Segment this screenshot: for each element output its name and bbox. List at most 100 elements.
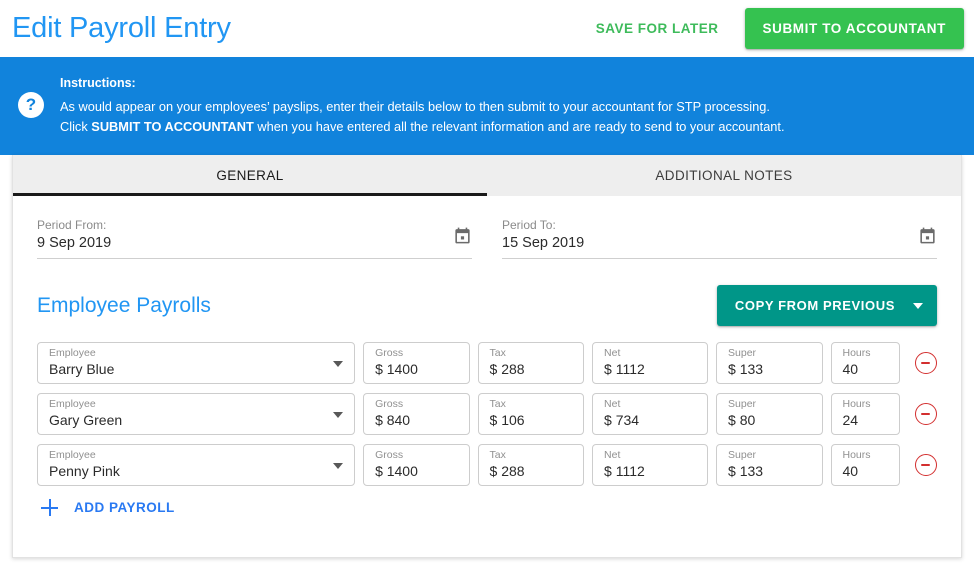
net-label: Net bbox=[604, 398, 621, 410]
chevron-down-icon bbox=[333, 412, 344, 418]
gross-input[interactable]: Gross $ 1400 bbox=[363, 444, 470, 486]
hours-value: 40 bbox=[842, 361, 859, 377]
add-payroll-button[interactable]: ADD PAYROLL bbox=[37, 499, 175, 516]
employee-select[interactable]: Employee Penny Pink bbox=[37, 444, 356, 486]
tax-label: Tax bbox=[489, 347, 506, 359]
add-payroll-label: ADD PAYROLL bbox=[74, 500, 175, 515]
employee-value: Barry Blue bbox=[49, 361, 115, 377]
table-row: Employee Barry Blue Gross $ 1400 Tax $ 2… bbox=[37, 342, 937, 384]
instructions-line-1: As would appear on your employees’ paysl… bbox=[60, 99, 770, 114]
hours-label: Hours bbox=[842, 449, 871, 461]
employee-label: Employee bbox=[49, 398, 96, 410]
hours-value: 40 bbox=[842, 463, 859, 479]
minus-circle-icon bbox=[921, 463, 931, 467]
tax-input[interactable]: Tax $ 106 bbox=[477, 393, 585, 435]
super-input[interactable]: Super $ 133 bbox=[716, 342, 823, 384]
minus-circle-icon bbox=[921, 412, 931, 416]
calendar-icon[interactable] bbox=[453, 226, 472, 250]
net-value: $ 1112 bbox=[604, 361, 645, 377]
payroll-entry-page: Edit Payroll Entry SAVE FOR LATER SUBMIT… bbox=[0, 0, 974, 567]
period-from-field[interactable]: Period From: 9 Sep 2019 bbox=[37, 214, 472, 259]
employee-value: Penny Pink bbox=[49, 463, 120, 479]
super-value: $ 133 bbox=[728, 463, 764, 479]
net-label: Net bbox=[604, 347, 621, 359]
table-row: Employee Gary Green Gross $ 840 Tax $ 10… bbox=[37, 393, 937, 435]
super-input[interactable]: Super $ 133 bbox=[716, 444, 823, 486]
gross-value: $ 840 bbox=[375, 412, 411, 428]
period-to-field[interactable]: Period To: 15 Sep 2019 bbox=[502, 214, 937, 259]
page-title: Edit Payroll Entry bbox=[12, 12, 231, 44]
card-body: Period From: 9 Sep 2019 Period To: 15 Se… bbox=[13, 196, 961, 516]
instructions-banner: ? Instructions: As would appear on your … bbox=[0, 57, 974, 155]
period-from-texts: Period From: 9 Sep 2019 bbox=[37, 218, 453, 251]
net-value: $ 1112 bbox=[604, 463, 645, 479]
tax-value: $ 288 bbox=[489, 361, 525, 377]
tax-value: $ 288 bbox=[489, 463, 525, 479]
tax-input[interactable]: Tax $ 288 bbox=[477, 342, 585, 384]
employee-select[interactable]: Employee Gary Green bbox=[37, 393, 356, 435]
employee-label: Employee bbox=[49, 347, 96, 359]
plus-icon bbox=[41, 499, 58, 516]
period-from-value: 9 Sep 2019 bbox=[37, 235, 112, 251]
net-label: Net bbox=[604, 449, 621, 461]
chevron-down-icon bbox=[333, 361, 344, 367]
question-mark-icon: ? bbox=[18, 92, 44, 118]
header-actions: SAVE FOR LATER SUBMIT TO ACCOUNTANT bbox=[590, 8, 964, 49]
employee-select[interactable]: Employee Barry Blue bbox=[37, 342, 356, 384]
gross-label: Gross bbox=[375, 347, 404, 359]
gross-value: $ 1400 bbox=[375, 463, 418, 479]
gross-input[interactable]: Gross $ 840 bbox=[363, 393, 470, 435]
period-row: Period From: 9 Sep 2019 Period To: 15 Se… bbox=[37, 214, 937, 259]
instructions-title: Instructions: bbox=[60, 76, 136, 90]
hours-input[interactable]: Hours 40 bbox=[830, 444, 900, 486]
super-label: Super bbox=[728, 398, 757, 410]
tab-bar: GENERAL ADDITIONAL NOTES bbox=[13, 155, 961, 196]
net-input[interactable]: Net $ 1112 bbox=[592, 342, 709, 384]
remove-payroll-row-button[interactable] bbox=[914, 352, 937, 374]
save-for-later-button[interactable]: SAVE FOR LATER bbox=[590, 13, 725, 44]
gross-input[interactable]: Gross $ 1400 bbox=[363, 342, 470, 384]
chevron-down-icon bbox=[333, 463, 344, 469]
payroll-card: GENERAL ADDITIONAL NOTES Period From: 9 … bbox=[12, 155, 962, 558]
remove-payroll-row-button[interactable] bbox=[914, 454, 937, 476]
super-label: Super bbox=[728, 347, 757, 359]
chevron-down-icon bbox=[913, 302, 923, 309]
instructions-line-2-emphasis: SUBMIT TO ACCOUNTANT bbox=[91, 119, 254, 134]
tax-label: Tax bbox=[489, 449, 506, 461]
gross-label: Gross bbox=[375, 398, 404, 410]
tax-input[interactable]: Tax $ 288 bbox=[477, 444, 585, 486]
remove-payroll-row-button[interactable] bbox=[914, 403, 937, 425]
tab-general[interactable]: GENERAL bbox=[13, 155, 487, 196]
section-title: Employee Payrolls bbox=[37, 293, 211, 317]
instructions-line-2-post: when you have entered all the relevant i… bbox=[253, 119, 785, 134]
minus-circle-icon bbox=[921, 361, 931, 365]
submit-to-accountant-button[interactable]: SUBMIT TO ACCOUNTANT bbox=[744, 8, 964, 49]
gross-value: $ 1400 bbox=[375, 361, 418, 377]
net-input[interactable]: Net $ 734 bbox=[592, 393, 709, 435]
table-row: Employee Penny Pink Gross $ 1400 Tax $ 2… bbox=[37, 444, 937, 486]
employee-payrolls-section-header: Employee Payrolls COPY FROM PREVIOUS bbox=[37, 285, 937, 326]
hours-label: Hours bbox=[842, 347, 871, 359]
page-header: Edit Payroll Entry SAVE FOR LATER SUBMIT… bbox=[0, 0, 974, 57]
period-to-value: 15 Sep 2019 bbox=[502, 235, 585, 251]
instructions-body: Instructions: As would appear on your em… bbox=[60, 75, 785, 137]
tab-additional-notes[interactable]: ADDITIONAL NOTES bbox=[487, 155, 961, 196]
super-value: $ 80 bbox=[728, 412, 756, 428]
instructions-line-2: Click SUBMIT TO ACCOUNTANT when you have… bbox=[60, 117, 785, 137]
hours-value: 24 bbox=[842, 412, 859, 428]
calendar-icon[interactable] bbox=[918, 226, 937, 250]
instructions-line-2-pre: Click bbox=[60, 119, 92, 134]
period-from-label: Period From: bbox=[37, 218, 107, 232]
period-to-label: Period To: bbox=[502, 218, 556, 232]
gross-label: Gross bbox=[375, 449, 404, 461]
copy-from-previous-button[interactable]: COPY FROM PREVIOUS bbox=[716, 285, 937, 326]
super-label: Super bbox=[728, 449, 757, 461]
hours-label: Hours bbox=[842, 398, 871, 410]
hours-input[interactable]: Hours 24 bbox=[830, 393, 900, 435]
hours-input[interactable]: Hours 40 bbox=[830, 342, 900, 384]
tax-value: $ 106 bbox=[489, 412, 525, 428]
super-value: $ 133 bbox=[728, 361, 764, 377]
net-input[interactable]: Net $ 1112 bbox=[592, 444, 709, 486]
employee-value: Gary Green bbox=[49, 412, 123, 428]
super-input[interactable]: Super $ 80 bbox=[716, 393, 823, 435]
